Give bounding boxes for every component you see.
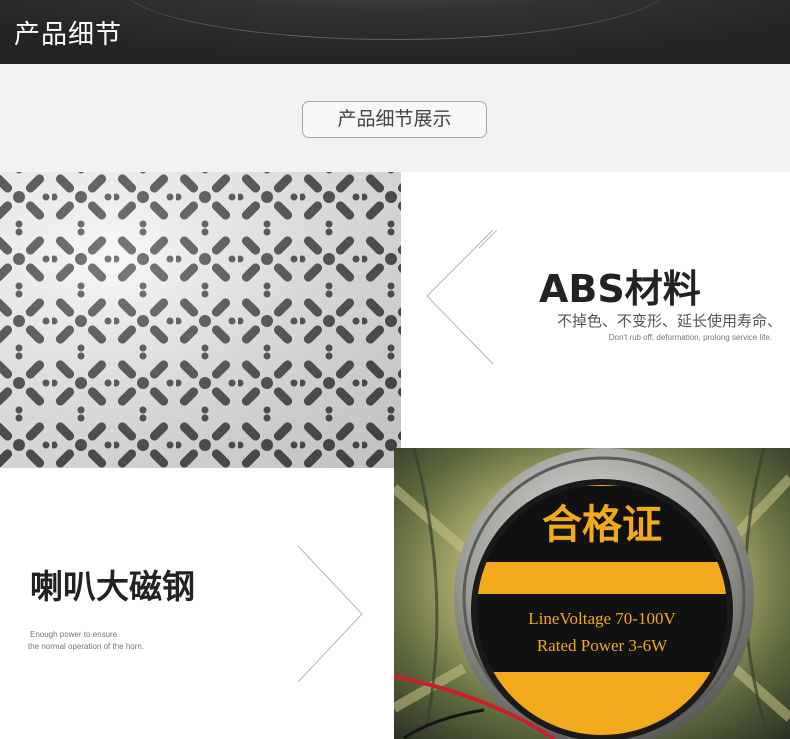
- banner-pill-label: 产品细节展示: [302, 101, 487, 138]
- chevron-right-decoration: [297, 545, 363, 683]
- banner: 产品细节展示: [0, 64, 790, 172]
- chevron-left-decoration: [426, 229, 498, 365]
- magnet-description-en: Enough power to ensure the normal operat…: [28, 629, 230, 653]
- speaker-image: 合格证 LineVoltage 70-100V Rated Power 3-6W: [394, 448, 790, 739]
- abs-pattern-photo: [0, 172, 401, 468]
- magnet-desc-line-1: Enough power to ensure: [30, 630, 118, 639]
- header-arc-decoration: [120, 0, 670, 40]
- abs-subtitle: 不掉色、不变形、延长使用寿命、: [556, 312, 782, 330]
- magnet-desc-line-2: the normal operation of the horn.: [28, 642, 145, 651]
- abs-title: ABS材料: [539, 267, 701, 311]
- magnet-panel: 喇叭大磁钢 Enough power to ensure the normal …: [0, 468, 394, 739]
- label-title: 合格证: [542, 501, 662, 548]
- perforated-grille-image: [0, 172, 401, 468]
- label-power: Rated Power 3-6W: [537, 636, 668, 655]
- section-header: 产品细节: [0, 0, 790, 64]
- abs-material-panel: ABS材料 不掉色、不变形、延长使用寿命、 Don't rub off, def…: [401, 172, 790, 448]
- label-voltage: LineVoltage 70-100V: [528, 609, 676, 628]
- header-title: 产品细节: [14, 20, 123, 50]
- abs-subtitle-en: Don't rub off, deformation, prolong serv…: [608, 333, 772, 342]
- magnet-title: 喇叭大磁钢: [30, 567, 195, 606]
- speaker-magnet-photo: 合格证 LineVoltage 70-100V Rated Power 3-6W: [394, 448, 790, 739]
